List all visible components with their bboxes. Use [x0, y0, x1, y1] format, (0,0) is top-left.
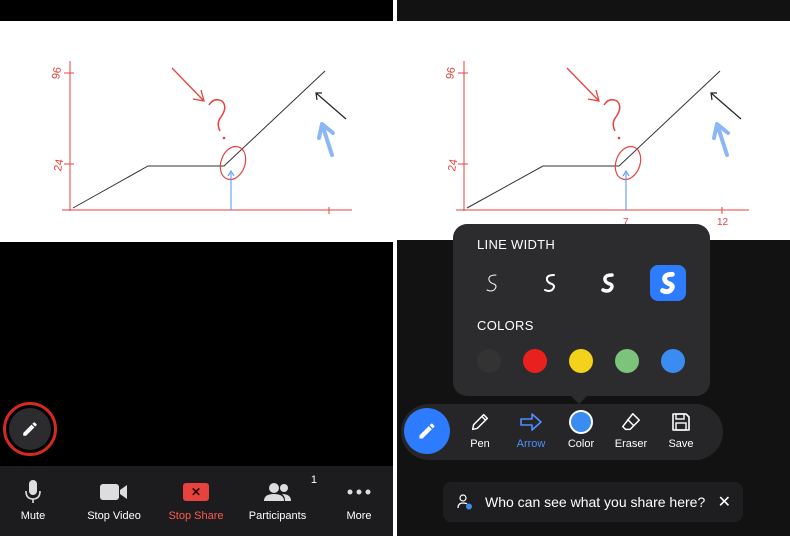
whiteboard-drawing-right: 96 24 7 12 [444, 61, 749, 228]
whiteboard-drawing: 96 24 [50, 61, 352, 214]
line-width-medium-option[interactable] [532, 265, 568, 301]
line-width-thick-option[interactable] [590, 265, 626, 301]
y-label-96: 96 [50, 66, 64, 80]
video-camera-icon [100, 480, 128, 504]
red-arrow-line [566, 67, 599, 101]
toast-message[interactable]: Who can see what you share here? [485, 494, 705, 510]
stop-share-label: Stop Share [168, 510, 224, 522]
annotate-button[interactable] [9, 408, 51, 450]
graph-line [466, 70, 721, 209]
line-width-thin-icon [486, 274, 497, 292]
popup-pointer [569, 394, 589, 404]
save-tool-button[interactable]: Save [659, 410, 703, 450]
eraser-tool-button[interactable]: Eraser [609, 410, 653, 450]
user-lock-icon [457, 494, 472, 510]
arrow-icon [519, 410, 543, 434]
shared-whiteboard[interactable]: 96 24 [0, 21, 393, 242]
current-color-icon [568, 410, 594, 434]
participants-label: Participants [248, 510, 307, 522]
question-mark-dot [617, 136, 621, 140]
color-swatch-yellow[interactable] [569, 349, 593, 373]
black-arrow-line [710, 92, 742, 120]
circle-annotation [219, 145, 247, 181]
pencil-icon [23, 422, 37, 436]
right-panel: 96 24 7 12 LINE WIDTH COLORS Pen Arrow C… [397, 0, 790, 536]
save-icon [671, 410, 691, 434]
pen-icon [469, 410, 491, 434]
save-label: Save [668, 438, 694, 450]
y-label-24: 24 [52, 158, 66, 172]
more-label: More [346, 510, 372, 522]
question-mark-dot [222, 136, 226, 140]
color-tool-button[interactable]: Color [559, 410, 603, 450]
pen-label: Pen [470, 438, 490, 450]
privacy-toast: Who can see what you share here? ✕ [443, 482, 743, 522]
red-arrow-line [171, 67, 204, 101]
line-width-medium-icon [544, 274, 555, 292]
color-swatch-red[interactable] [523, 349, 547, 373]
y-label-24: 24 [446, 158, 460, 172]
y-label-96: 96 [444, 66, 458, 80]
line-width-thin-option[interactable] [474, 265, 510, 301]
line-width-thick-icon [601, 273, 614, 293]
more-dots-icon [347, 480, 371, 504]
color-swatch-blue[interactable] [661, 349, 685, 373]
colors-title: COLORS [477, 318, 534, 333]
arrow-label: Arrow [516, 438, 546, 450]
x-label-12: 12 [717, 217, 729, 228]
stop-video-label: Stop Video [87, 510, 141, 522]
line-width-extra-thick-option[interactable] [650, 265, 686, 301]
color-swatch-green[interactable] [615, 349, 639, 373]
left-panel: 96 24 Mute Stop Video ✕ Stop Share 1 Par… [0, 0, 393, 536]
circle-annotation [614, 145, 642, 181]
arrow-tool-button[interactable]: Arrow [509, 410, 553, 450]
eraser-icon [620, 410, 642, 434]
meeting-toolbar: Mute Stop Video ✕ Stop Share 1 Participa… [0, 466, 393, 536]
line-width-extra-thick-icon [660, 271, 675, 295]
color-swatch-dark-gray[interactable] [477, 349, 501, 373]
mute-button[interactable]: Mute [0, 466, 66, 536]
shared-whiteboard-right[interactable]: 96 24 7 12 [397, 21, 790, 240]
question-mark-annotation [208, 98, 226, 132]
stop-share-button[interactable]: ✕ Stop Share [162, 466, 230, 536]
annotate-toggle-button[interactable] [404, 408, 450, 454]
color-label: Color [567, 438, 595, 450]
pen-tool-button[interactable]: Pen [458, 410, 502, 450]
mute-label: Mute [20, 510, 46, 522]
participants-button[interactable]: 1 Participants [230, 466, 325, 536]
stop-share-icon: ✕ [183, 483, 209, 501]
participants-count: 1 [310, 474, 317, 486]
pencil-icon [419, 423, 435, 439]
black-arrow-line [315, 92, 347, 120]
eraser-label: Eraser [614, 438, 648, 450]
question-mark-annotation [603, 98, 621, 132]
close-icon[interactable]: ✕ [718, 492, 731, 512]
microphone-icon [25, 480, 41, 504]
stop-video-button[interactable]: Stop Video [66, 466, 162, 536]
line-width-color-popup: LINE WIDTH COLORS [453, 224, 710, 396]
more-button[interactable]: More [325, 466, 393, 536]
graph-line [72, 70, 326, 209]
line-width-title: LINE WIDTH [477, 237, 556, 252]
participants-icon [263, 480, 292, 504]
